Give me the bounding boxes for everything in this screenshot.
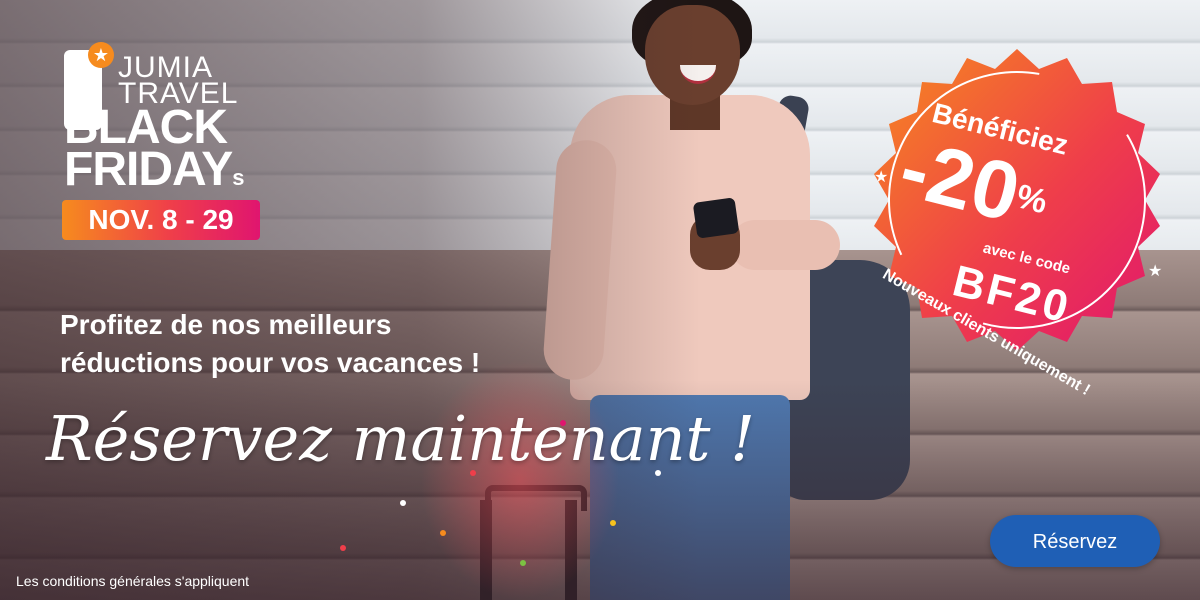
star-icon: ★ [1148,263,1162,280]
logo-fridays: FRIDAYs [64,146,245,200]
book-now-button[interactable]: Réservez [990,515,1160,567]
headline-line-1: Profitez de nos meilleurs [60,309,392,340]
confetti-dot [340,545,346,551]
star-icon: ★ [88,42,114,68]
discount-seal: ★ ★ Bénéficiez -20% avec le code BF20 No… [842,44,1192,399]
confetti-dot [400,500,406,506]
date-badge: NOV. 8 - 29 [62,200,260,240]
headline-line-2: réductions pour vos vacances ! [60,347,481,378]
logo-friday-text: FRIDAY [64,143,233,196]
confetti-dot [440,530,446,536]
jumia-travel-black-fridays-logo: ★ JUMIA TRAVEL BLACK FRIDAYs NOV. 8 - 29 [60,42,280,242]
star-icon: ★ [874,169,888,186]
script-title: Réservez maintenant ! [46,402,756,475]
logo-friday-suffix: s [232,165,244,190]
headline: Profitez de nos meilleurs réductions pou… [60,306,660,382]
terms-conditions-text: Les conditions générales s'appliquent [16,573,250,589]
forearm [730,220,840,270]
confetti-dot [520,560,526,566]
confetti-dot [610,520,616,526]
